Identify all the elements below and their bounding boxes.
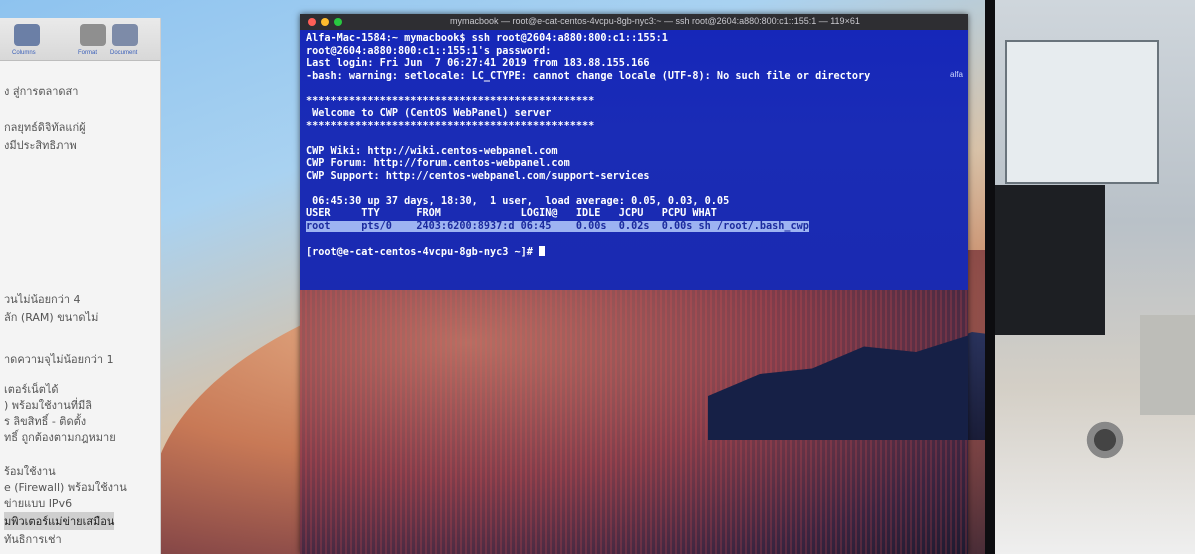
terminal-line: ****************************************… [306,120,595,132]
terminal-output[interactable]: Alfa-Mac-1584:~ mymacbook$ ssh root@2604… [300,30,968,293]
terminal-line: CWP Support: http://centos-webpanel.com/… [306,170,650,182]
terminal-titlebar[interactable]: mymacbook — root@e-cat-centos-4vcpu-8gb-… [300,14,968,30]
terminal-transparent-background [300,290,968,554]
doc-text-line: ง สู่การตลาดสา [4,85,79,98]
other-monitor [995,185,1105,335]
terminal-line: root@2604:a880:800:c1::155:1's password: [306,45,552,57]
terminal-line: Alfa-Mac-1584:~ mymacbook$ ssh root@2604… [306,33,668,44]
doc-text-line: กลยุทธ์ดิจิทัลแก่ผู้ [4,121,86,134]
doc-text-line: ลัก (RAM) ขนาดไม่ [4,311,99,324]
zoom-button[interactable] [334,18,342,26]
document-sidebar: Columns Format Document ง สู่การตลาดสา ก… [0,18,161,554]
terminal-line: CWP Forum: http://forum.centos-webpanel.… [306,158,570,169]
doc-text-line: ข่ายแบบ IPv6 [4,497,73,510]
terminal-title: mymacbook — root@e-cat-centos-4vcpu-8gb-… [450,16,860,26]
document-label: Document [110,50,138,56]
earphones [1075,420,1135,460]
doc-text-line: งมีประสิทธิภาพ [4,139,77,152]
office-window [1005,40,1159,184]
terminal-line: Last login: Fri Jun 7 06:27:41 2019 from… [306,58,650,69]
document-button[interactable] [112,24,138,46]
columns-label: Columns [12,50,36,56]
text-cursor [539,245,546,256]
sidebar-toolbar: Columns Format Document [0,18,160,61]
format-button[interactable] [80,24,106,46]
doc-text-line-highlighted: มพิวเตอร์แม่ข่ายเสมือน [4,512,115,530]
doc-text-line: วนไม่น้อยกว่า 4 [4,293,81,306]
background-mountain [708,335,968,440]
side-label: alfa [950,70,963,79]
minimize-button[interactable] [321,18,329,26]
shell-prompt: [root@e-cat-centos-4vcpu-8gb-nyc3 ~]# [306,246,540,258]
doc-text-line: าดความจุไม่น้อยกว่า 1 [4,353,114,366]
monitor-bezel [985,0,995,554]
office-background [985,0,1195,554]
close-button[interactable] [308,18,316,26]
terminal-window[interactable]: mymacbook — root@e-cat-centos-4vcpu-8gb-… [300,14,968,554]
doc-text-line: ทธิ์ ถูกต้องตามกฎหมาย [4,431,116,444]
terminal-line: CWP Wiki: http://wiki.centos-webpanel.co… [306,145,558,157]
format-label: Format [78,50,98,56]
printer [1140,315,1195,415]
terminal-line: Welcome to CWP (CentOS WebPanel) server [306,108,552,119]
terminal-line: USER TTY FROM LOGIN@ IDLE JCPU PCPU WHAT [306,208,717,219]
columns-button[interactable] [14,24,40,46]
terminal-line: 06:45:30 up 37 days, 18:30, 1 user, load… [306,195,730,207]
selected-terminal-line[interactable]: root pts/0 2403:6200:8937:d 06:45 0.00s … [306,220,809,232]
terminal-line: -bash: warning: setlocale: LC_CTYPE: can… [306,70,871,82]
terminal-line: ****************************************… [306,95,595,107]
doc-text-line: ทันธิการเช่า [4,533,62,546]
